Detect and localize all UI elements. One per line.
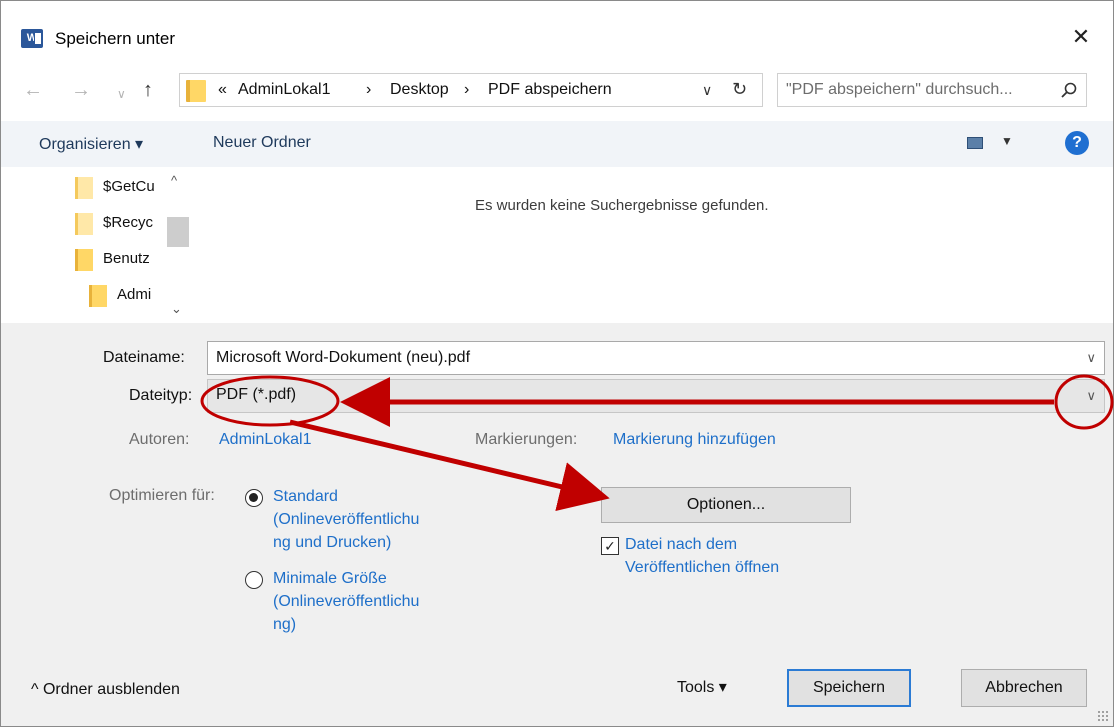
breadcrumb-overflow[interactable]: «	[218, 81, 227, 99]
search-icon[interactable]	[1060, 81, 1078, 99]
optimize-minimal-label[interactable]: ng)	[273, 614, 296, 636]
save-as-dialog: W Speichern unter ✕ ← → ∨ ↑ « AdminLokal…	[0, 0, 1114, 727]
search-input[interactable]	[786, 74, 1056, 106]
tree-item[interactable]: Benutz	[75, 247, 167, 275]
add-tag-link[interactable]: Markierung hinzufügen	[613, 429, 776, 451]
filetype-value: PDF (*.pdf)	[216, 386, 297, 403]
optimize-minimal-label[interactable]: (Onlineveröffentlichu	[273, 591, 419, 613]
authors-link[interactable]: AdminLokal1	[219, 429, 312, 451]
optimize-label: Optimieren für:	[109, 487, 215, 504]
folder-icon	[75, 177, 93, 199]
word-app-icon: W	[21, 29, 43, 48]
filename-combobox[interactable]: ∨	[207, 341, 1105, 375]
breadcrumb-desktop[interactable]: Desktop	[390, 81, 449, 99]
folder-icon	[186, 80, 206, 102]
organize-menu-button[interactable]: Organisieren ▾	[39, 134, 143, 154]
scrollbar-thumb[interactable]	[167, 217, 189, 247]
details-panel: Dateiname: ∨ Dateityp: PDF (*.pdf) ∨ Aut…	[1, 323, 1113, 726]
optimize-standard-label[interactable]: (Onlineveröffentlichu	[273, 509, 419, 531]
up-arrow-icon[interactable]: ↑	[143, 78, 153, 102]
filename-label: Dateiname:	[103, 349, 185, 366]
authors-label: Autoren:	[129, 431, 190, 448]
tree-scrollbar[interactable]: ^ ⌄	[167, 173, 189, 317]
forward-arrow-icon[interactable]: →	[71, 78, 91, 102]
breadcrumb-separator[interactable]: ›	[366, 81, 371, 99]
address-bar[interactable]: « AdminLokal1 › Desktop › PDF abspeicher…	[179, 73, 763, 107]
new-folder-button[interactable]: Neuer Ordner	[213, 134, 311, 152]
file-browser-area: $GetCu $Recyc Benutz Admi ^ ⌄ Es wurden …	[1, 167, 1113, 323]
breadcrumb-pdf-abspeichern[interactable]: PDF abspeichern	[488, 81, 612, 99]
folder-icon	[89, 285, 107, 307]
cancel-button[interactable]: Abbrechen	[961, 669, 1087, 707]
help-icon[interactable]: ?	[1065, 131, 1089, 155]
breadcrumb-separator[interactable]: ›	[464, 81, 469, 99]
optimize-minimal-radio[interactable]	[245, 571, 263, 589]
filetype-select[interactable]: PDF (*.pdf) ∨	[207, 379, 1105, 413]
recent-locations-chevron-icon[interactable]: ∨	[117, 82, 126, 106]
hide-folders-button[interactable]: ^ Ordner ausblenden	[31, 681, 180, 699]
save-button[interactable]: Speichern	[787, 669, 911, 707]
resize-grip-icon[interactable]	[1097, 710, 1109, 722]
command-toolbar: Organisieren ▾ Neuer Ordner ▼ ?	[1, 121, 1113, 167]
optimize-standard-label[interactable]: Standard	[273, 486, 338, 508]
scroll-down-icon[interactable]: ⌄	[171, 301, 182, 317]
open-after-publish-label[interactable]: Datei nach dem	[625, 534, 737, 556]
tree-item-label: Admi	[117, 286, 152, 303]
filename-input[interactable]	[216, 342, 1066, 374]
tree-item-label: $GetCu	[103, 178, 155, 195]
navigation-bar: ← → ∨ ↑ « AdminLokal1 › Desktop › PDF ab…	[1, 65, 1113, 117]
tree-item[interactable]: $Recyc	[75, 211, 167, 239]
optimize-minimal-label[interactable]: Minimale Größe	[273, 568, 387, 590]
navigation-tree: $GetCu $Recyc Benutz Admi ^ ⌄	[1, 167, 193, 323]
tree-item[interactable]: Admi	[89, 283, 167, 311]
optimize-standard-radio[interactable]	[245, 489, 263, 507]
optimize-standard-label[interactable]: ng und Drucken)	[273, 532, 391, 554]
tags-label: Markierungen:	[475, 431, 578, 448]
scroll-up-icon[interactable]: ^	[171, 173, 177, 188]
address-dropdown-chevron-icon[interactable]: ∨	[702, 82, 712, 99]
title-bar: W Speichern unter ✕	[1, 1, 1113, 65]
refresh-icon[interactable]: ↻	[732, 79, 747, 100]
view-options-icon[interactable]	[967, 137, 983, 149]
tree-item-label: Benutz	[103, 250, 150, 267]
window-title: Speichern unter	[55, 29, 176, 48]
open-after-publish-checkbox[interactable]: ✓	[601, 537, 619, 555]
back-arrow-icon[interactable]: ←	[23, 78, 43, 102]
search-box[interactable]	[777, 73, 1087, 107]
options-button[interactable]: Optionen...	[601, 487, 851, 523]
chevron-down-icon[interactable]: ∨	[1086, 388, 1096, 404]
tree-item[interactable]: $GetCu	[75, 175, 167, 203]
chevron-down-icon[interactable]: ∨	[1086, 350, 1096, 366]
no-results-message: Es wurden keine Suchergebnisse gefunden.	[475, 197, 769, 214]
breadcrumb-adminlokal1[interactable]: AdminLokal1	[238, 81, 331, 99]
view-dropdown-chevron-icon[interactable]: ▼	[1001, 134, 1013, 148]
tools-menu-button[interactable]: Tools ▾	[677, 677, 727, 697]
folder-icon	[75, 213, 93, 235]
folder-icon	[75, 249, 93, 271]
close-icon[interactable]: ✕	[1067, 23, 1095, 51]
tree-item-label: $Recyc	[103, 214, 154, 231]
filetype-label: Dateityp:	[129, 387, 193, 404]
open-after-publish-label[interactable]: Veröffentlichen öffnen	[625, 557, 779, 579]
